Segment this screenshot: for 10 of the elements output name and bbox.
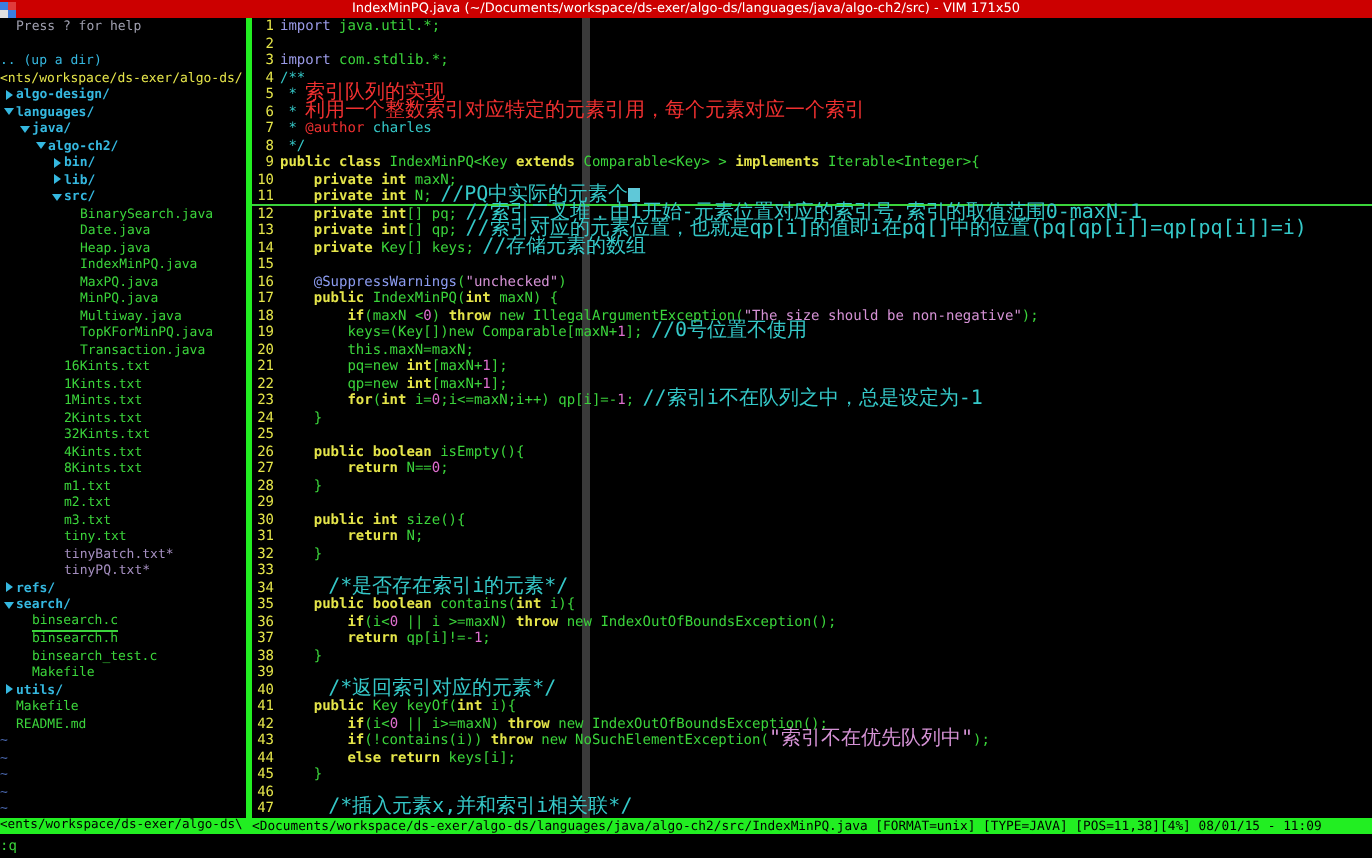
triangle-down-icon[interactable] xyxy=(4,599,14,610)
app-icon xyxy=(0,1,16,17)
triangle-right-icon[interactable] xyxy=(4,684,14,695)
triangle-down-icon[interactable] xyxy=(52,191,62,202)
code-line: /*返回索引对应的元素*/ xyxy=(328,681,557,698)
triangle-right-icon[interactable] xyxy=(4,582,14,593)
code-line: /*是否存在索引i的元素*/ xyxy=(328,579,569,596)
code-line: /*插入元素x,并和索引i相关联*/ xyxy=(326,800,633,817)
triangle-right-icon[interactable] xyxy=(4,89,14,100)
text-cursor xyxy=(628,188,641,203)
